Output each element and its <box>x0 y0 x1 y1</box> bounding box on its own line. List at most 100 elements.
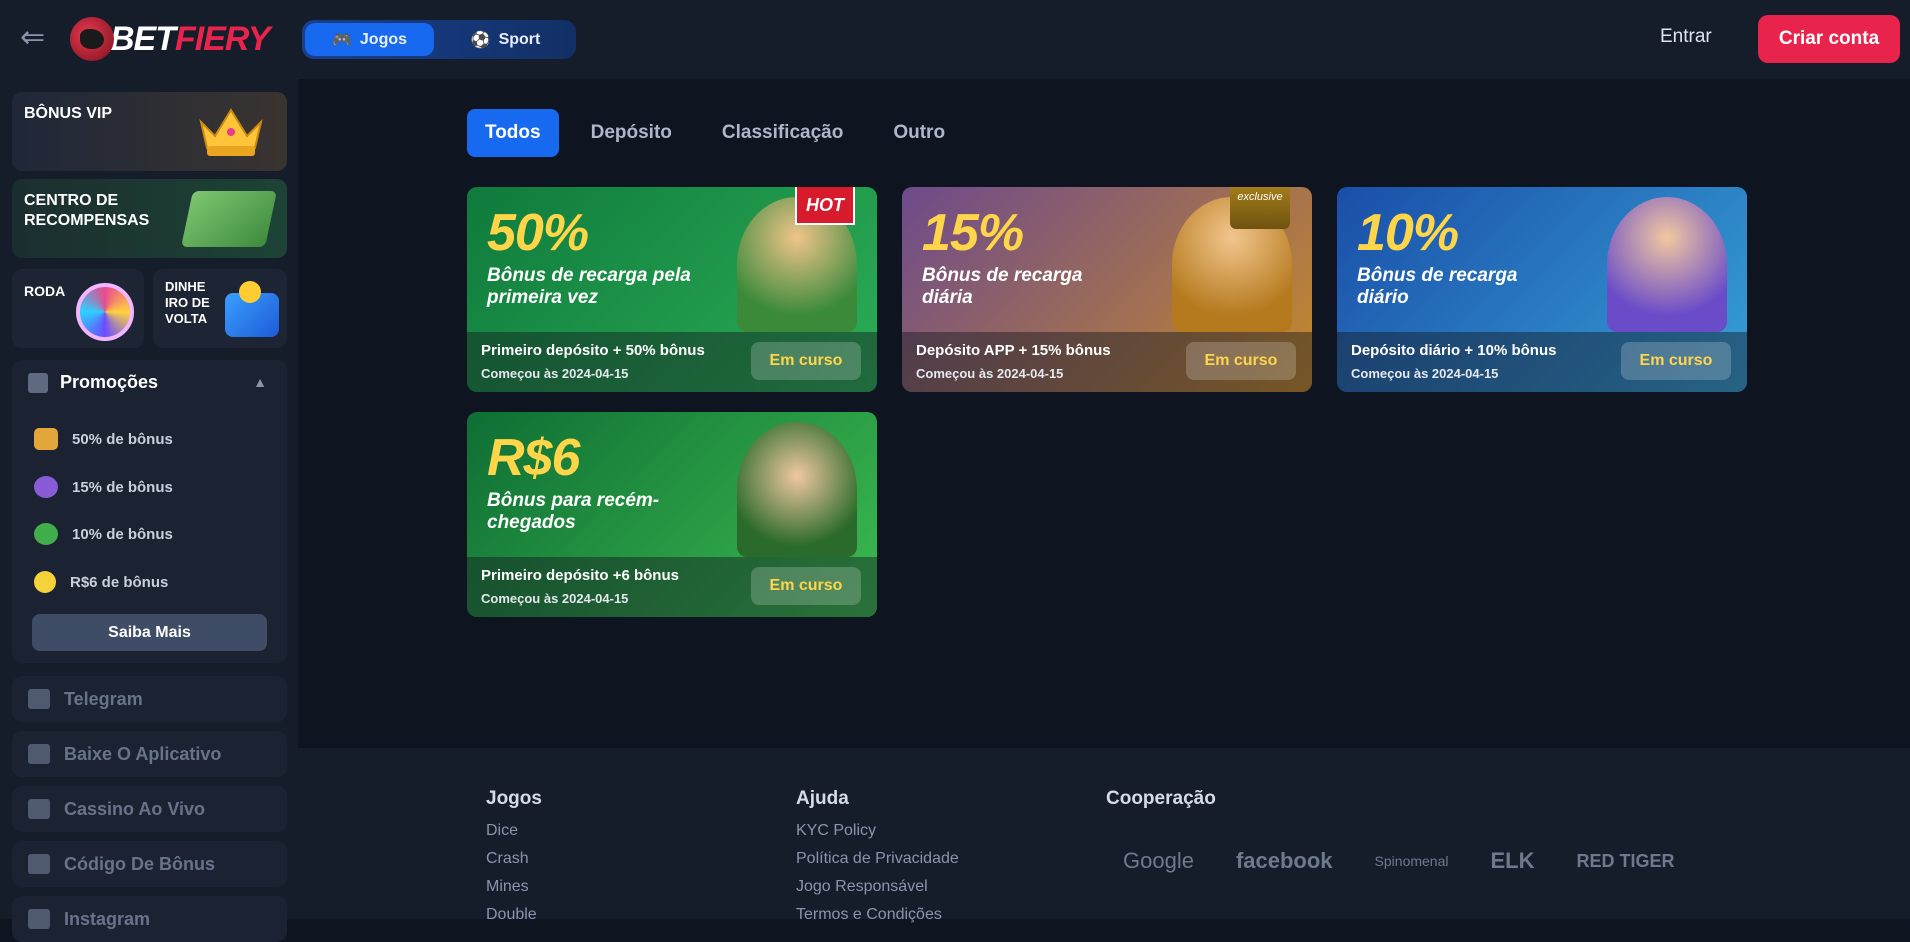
ticket-icon <box>28 854 50 874</box>
betfiery-logo[interactable]: BETFIERY <box>70 16 271 62</box>
tab-all[interactable]: Todos <box>467 109 559 157</box>
bonus-percentage: 10% <box>1357 204 1459 262</box>
instagram-icon <box>28 909 50 929</box>
bonus-subtitle: Bônus de recarga diária <box>922 265 1083 308</box>
bonus-start-date: Começou às 2024-04-15 <box>481 591 629 606</box>
promotions-panel: Promoções ▲ 50% de bônus 15% de bônus 10… <box>12 360 287 663</box>
telegram-icon <box>28 689 50 709</box>
bonus-percentage: 15% <box>922 204 1024 262</box>
gift-icon <box>28 372 48 393</box>
bonus-condition: Depósito diário + 10% bônus <box>1351 342 1557 359</box>
exclusive-badge: exclusive <box>1230 187 1290 229</box>
footer-help-column: Ajuda KYC Policy Política de Privacidade… <box>796 788 959 934</box>
cash-icon <box>181 191 277 247</box>
footer-link-double[interactable]: Double <box>486 906 542 924</box>
promo-card-50[interactable]: HOT 50% Bônus de recarga pela primeira v… <box>467 187 877 392</box>
chevron-up-icon[interactable]: ▲ <box>253 374 267 390</box>
wheel-icon <box>76 283 134 341</box>
partner-spinomenal-logo: Spinomenal <box>1374 853 1449 869</box>
promo-item-r6[interactable]: R$6 de bônus <box>34 571 168 593</box>
sidebar-link-bonus-code[interactable]: Código De Bônus <box>12 841 287 887</box>
status-button[interactable]: Em curso <box>1621 342 1731 380</box>
promo-item-10[interactable]: 10% de bônus <box>34 523 173 545</box>
footer-link-responsible[interactable]: Jogo Responsável <box>796 878 959 896</box>
learn-more-button[interactable]: Saiba Mais <box>32 614 267 651</box>
logo-text: BETFIERY <box>110 19 271 58</box>
ball-icon: ⚽ <box>470 31 491 49</box>
footer-link-crash[interactable]: Crash <box>486 850 542 868</box>
bonus-subtitle: Bônus de recarga pela primeira vez <box>487 265 691 308</box>
rewards-center-label: CENTRO DE RECOMPENSAS <box>24 192 150 229</box>
footer-link-mines[interactable]: Mines <box>486 878 542 896</box>
footer-link-dice[interactable]: Dice <box>486 822 542 840</box>
promo-item-15[interactable]: 15% de bônus <box>34 476 173 498</box>
partner-facebook-logo: facebook <box>1235 848 1333 873</box>
crown-icon <box>199 108 263 156</box>
treasure-chest-icon <box>34 428 58 450</box>
footer-coop-title: Cooperação <box>1106 788 1216 809</box>
footer-games-title: Jogos <box>486 788 542 809</box>
cashback-card[interactable]: DINHE IRO DE VOLTA <box>153 269 287 348</box>
sidebar-link-telegram[interactable]: Telegram <box>12 676 287 722</box>
partner-redtiger-logo: RED TIGER <box>1576 850 1675 871</box>
sidebar-link-live-casino[interactable]: Cassino Ao Vivo <box>12 786 287 832</box>
video-icon <box>28 799 50 819</box>
bonus-condition: Primeiro depósito +6 bônus <box>481 567 679 584</box>
gamepad-icon: 🎮 <box>331 31 352 49</box>
status-button[interactable]: Em curso <box>751 342 861 380</box>
mode-sport-button[interactable]: ⚽ Sport <box>438 23 573 56</box>
register-button[interactable]: Criar conta <box>1758 15 1900 63</box>
bonus-percentage: 50% <box>487 204 589 262</box>
bonus-condition: Depósito APP + 15% bônus <box>916 342 1111 359</box>
promo-tabs: Todos Depósito Classificação Outro <box>467 109 963 157</box>
witch-character-icon <box>737 422 857 557</box>
promo-card-10[interactable]: 10% Bônus de recarga diário Depósito diá… <box>1337 187 1747 392</box>
footer: Jogos Dice Crash Mines Double Ajuda KYC … <box>298 748 1910 923</box>
bonus-start-date: Começou às 2024-04-15 <box>1351 366 1499 381</box>
sidebar-link-download-app[interactable]: Baixe O Aplicativo <box>12 731 287 777</box>
status-button[interactable]: Em curso <box>751 567 861 605</box>
promo-card-r6[interactable]: R$6 Bônus para recém-chegados Primeiro d… <box>467 412 877 617</box>
login-button[interactable]: Entrar <box>1660 26 1712 48</box>
bonus-start-date: Começou às 2024-04-15 <box>916 366 1064 381</box>
top-header: ⇐ BETFIERY 🎮 Jogos ⚽ Sport Entrar Criar co… <box>0 0 1910 79</box>
promotions-main: Todos Depósito Classificação Outro HOT 5… <box>298 79 1910 748</box>
bonus-percentage: R$6 <box>487 429 580 487</box>
tab-deposit[interactable]: Depósito <box>573 109 690 157</box>
status-button[interactable]: Em curso <box>1186 342 1296 380</box>
cashback-label: DINHE IRO DE VOLTA <box>165 279 210 326</box>
baseball-character-icon <box>1607 197 1727 332</box>
footer-link-terms[interactable]: Termos e Condições <box>796 906 959 924</box>
footer-games-column: Jogos Dice Crash Mines Double <box>486 788 542 934</box>
sidebar-link-instagram[interactable]: Instagram <box>12 896 287 942</box>
bonus-subtitle: Bônus para recém-chegados <box>487 490 660 533</box>
mode-switch: 🎮 Jogos ⚽ Sport <box>302 20 576 59</box>
footer-link-kyc[interactable]: KYC Policy <box>796 822 959 840</box>
bonus-subtitle: Bônus de recarga diário <box>1357 265 1518 308</box>
rewards-center-card[interactable]: CENTRO DE RECOMPENSAS <box>12 179 287 258</box>
promo-item-50[interactable]: 50% de bônus <box>34 428 173 450</box>
logo-mark-icon <box>70 17 114 61</box>
menu-collapse-icon[interactable]: ⇐ <box>20 23 56 54</box>
download-icon <box>28 744 50 764</box>
partner-google-logo: Google <box>1123 848 1194 873</box>
partner-logos: Google facebook Spinomenal ELK RED TIGER <box>1123 848 1675 874</box>
partner-elk-logo: ELK <box>1490 848 1535 873</box>
wheel-card[interactable]: RODA <box>12 269 144 348</box>
footer-help-title: Ajuda <box>796 788 849 809</box>
promo-card-15[interactable]: exclusive 15% Bônus de recarga diária De… <box>902 187 1312 392</box>
tab-ranking[interactable]: Classificação <box>704 109 861 157</box>
gem-bag-icon <box>34 476 58 498</box>
vip-bonus-label: BÔNUS VIP <box>24 105 113 122</box>
footer-coop-column: Cooperação <box>1106 788 1216 822</box>
coin-icon <box>239 281 261 303</box>
vip-bonus-card[interactable]: BÔNUS VIP <box>12 92 287 171</box>
mode-games-button[interactable]: 🎮 Jogos <box>305 23 435 56</box>
promotions-header[interactable]: Promoções <box>28 372 158 393</box>
footer-link-privacy[interactable]: Política de Privacidade <box>796 850 959 868</box>
wheel-label: RODA <box>24 283 66 299</box>
coin-icon <box>34 571 56 593</box>
sidebar: BÔNUS VIP CENTRO DE RECOMPENSAS RODA DIN… <box>0 79 298 942</box>
hot-badge: HOT <box>795 187 855 225</box>
tab-other[interactable]: Outro <box>875 109 963 157</box>
